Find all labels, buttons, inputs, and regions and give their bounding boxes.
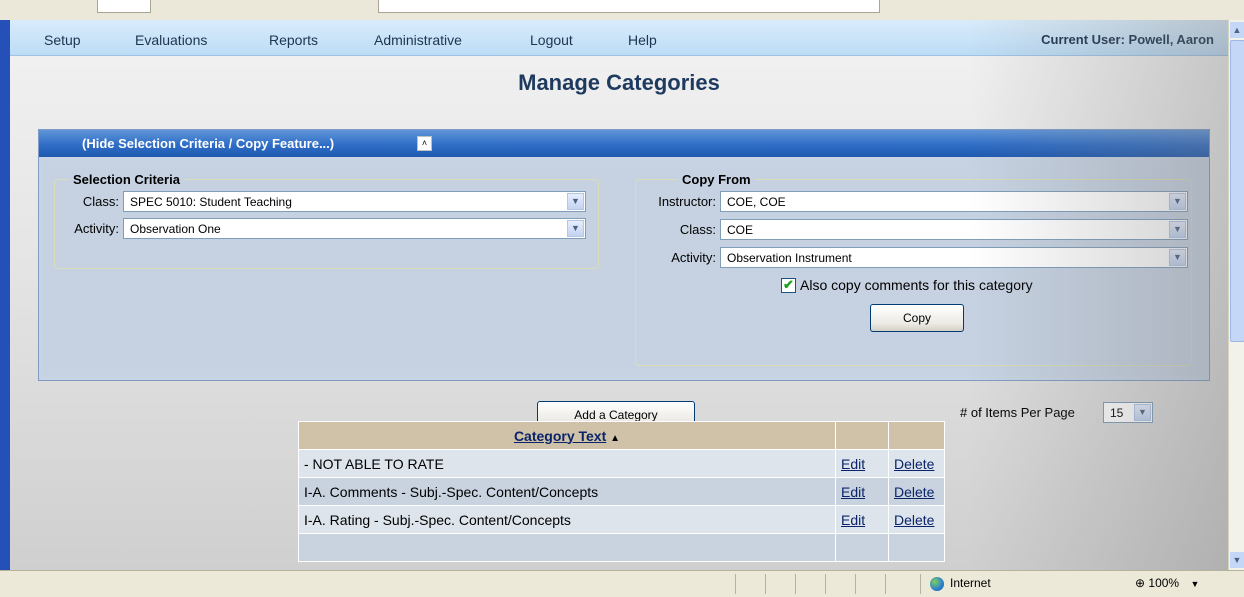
collapse-icon[interactable]: ˄: [417, 136, 432, 151]
table-row: I-A. Comments - Subj.-Spec. Content/Conc…: [298, 477, 945, 506]
status-divider: [920, 574, 921, 594]
activity-label: Activity:: [74, 221, 119, 236]
selection-criteria-legend: Selection Criteria: [69, 172, 184, 187]
globe-icon: [930, 576, 944, 591]
category-text-header[interactable]: Category Text ▲: [298, 421, 836, 450]
edit-link[interactable]: Edit: [841, 512, 865, 528]
edit-column-header: [835, 421, 889, 450]
selection-panel: (Hide Selection Criteria / Copy Feature.…: [38, 129, 1210, 381]
menu-administrative[interactable]: Administrative: [374, 32, 462, 48]
delete-link[interactable]: Delete: [894, 456, 934, 472]
zoom-level: 100%: [1148, 576, 1180, 590]
also-copy-comments-checkbox[interactable]: ✔: [781, 277, 796, 293]
selection-criteria-group: Selection Criteria Class: SPEC 5010: Stu…: [54, 172, 599, 269]
panel-body: Selection Criteria Class: SPEC 5010: Stu…: [43, 161, 1203, 375]
table-header-row: Category Text ▲: [298, 421, 945, 450]
copy-class-label: Class:: [679, 222, 716, 237]
edit-link[interactable]: Edit: [841, 456, 865, 472]
also-copy-comments-label: Also copy comments for this category: [800, 277, 1033, 293]
chevron-down-icon: ▼: [1169, 249, 1186, 266]
class-label: Class:: [82, 194, 119, 209]
browser-toolbar-remnant: [0, 0, 1244, 21]
browser-tab-fragment[interactable]: [378, 0, 880, 13]
status-divider: [735, 574, 736, 594]
zoom-icon: ⊕: [1135, 576, 1146, 590]
copy-activity-select[interactable]: Observation Instrument ▼: [720, 247, 1188, 268]
sort-ascending-icon: ▲: [610, 432, 621, 444]
class-select-value: SPEC 5010: Student Teaching: [130, 195, 292, 209]
status-bar: Internet ⊕ 100% ▼: [0, 570, 1244, 597]
chevron-down-icon: ▼: [567, 220, 584, 237]
items-per-page-value: 15: [1110, 406, 1124, 420]
category-text-cell: I-A. Rating - Subj.-Spec. Content/Concep…: [298, 505, 836, 534]
class-select[interactable]: SPEC 5010: Student Teaching ▼: [123, 191, 586, 212]
instructor-select-value: COE, COE: [727, 195, 786, 209]
menu-help[interactable]: Help: [628, 32, 657, 48]
items-per-page-select[interactable]: 15 ▼: [1103, 402, 1153, 423]
copy-from-legend: Copy From: [678, 172, 755, 187]
status-divider: [825, 574, 826, 594]
edit-link[interactable]: Edit: [841, 484, 865, 500]
status-divider: [795, 574, 796, 594]
copy-activity-select-value: Observation Instrument: [727, 251, 852, 265]
menu-reports[interactable]: Reports: [269, 32, 318, 48]
security-zone: Internet: [930, 576, 991, 591]
chevron-down-icon: ▼: [1169, 193, 1186, 210]
copy-class-select-value: COE: [727, 223, 754, 237]
copy-class-select[interactable]: COE ▼: [720, 219, 1188, 240]
category-text-cell: I-A. Comments - Subj.-Spec. Content/Conc…: [298, 477, 836, 506]
app-window: Setup Evaluations Reports Administrative…: [0, 0, 1244, 597]
panel-header: (Hide Selection Criteria / Copy Feature.…: [39, 130, 1209, 157]
top-menu-bar: Setup Evaluations Reports Administrative…: [10, 20, 1228, 56]
scrollbar-thumb[interactable]: [1230, 40, 1244, 342]
table-row: I-A. Rating - Subj.-Spec. Content/Concep…: [298, 505, 945, 534]
delete-link[interactable]: Delete: [894, 484, 934, 500]
status-divider: [855, 574, 856, 594]
delete-link[interactable]: Delete: [894, 512, 934, 528]
menu-evaluations[interactable]: Evaluations: [135, 32, 207, 48]
menu-logout[interactable]: Logout: [530, 32, 573, 48]
delete-column-header: [888, 421, 945, 450]
table-row: - NOT ABLE TO RATE Edit Delete: [298, 449, 945, 478]
activity-select-value: Observation One: [130, 222, 221, 236]
scroll-up-icon[interactable]: ▲: [1230, 22, 1244, 38]
window-left-edge: [0, 20, 10, 570]
categories-table: Category Text ▲ - NOT ABLE TO RATE Edit …: [298, 421, 945, 562]
page-title: Manage Categories: [518, 70, 720, 95]
copy-button[interactable]: Copy: [870, 304, 964, 332]
instructor-select[interactable]: COE, COE ▼: [720, 191, 1188, 212]
chevron-down-icon: ▼: [1134, 404, 1151, 421]
hide-selection-toggle[interactable]: (Hide Selection Criteria / Copy Feature.…: [82, 136, 334, 151]
category-text-cell: - NOT ABLE TO RATE: [298, 449, 836, 478]
checkmark-icon: ✔: [783, 277, 794, 292]
status-divider: [765, 574, 766, 594]
browser-tab-fragment[interactable]: [97, 0, 151, 13]
vertical-scrollbar[interactable]: ▲ ▼: [1228, 20, 1244, 570]
chevron-down-icon: ▼: [567, 193, 584, 210]
table-row-partial: [298, 533, 945, 562]
chevron-down-icon: ▼: [1169, 221, 1186, 238]
category-text-sort-link[interactable]: Category Text: [514, 428, 606, 444]
instructor-label: Instructor:: [658, 194, 716, 209]
current-user-label: Current User: Powell, Aaron: [1041, 32, 1214, 47]
activity-select[interactable]: Observation One ▼: [123, 218, 586, 239]
copy-activity-label: Activity:: [671, 250, 716, 265]
page-content: Setup Evaluations Reports Administrative…: [10, 20, 1228, 570]
items-per-page-label: # of Items Per Page: [960, 405, 1075, 420]
scroll-down-icon[interactable]: ▼: [1230, 552, 1244, 568]
menu-setup[interactable]: Setup: [44, 32, 81, 48]
chevron-down-icon: ▼: [1190, 579, 1200, 589]
status-divider: [885, 574, 886, 594]
zoom-control[interactable]: ⊕ 100% ▼: [1135, 576, 1199, 590]
copy-from-group: Copy From Instructor: COE, COE ▼ Class: …: [635, 172, 1192, 366]
security-zone-label: Internet: [950, 576, 991, 590]
